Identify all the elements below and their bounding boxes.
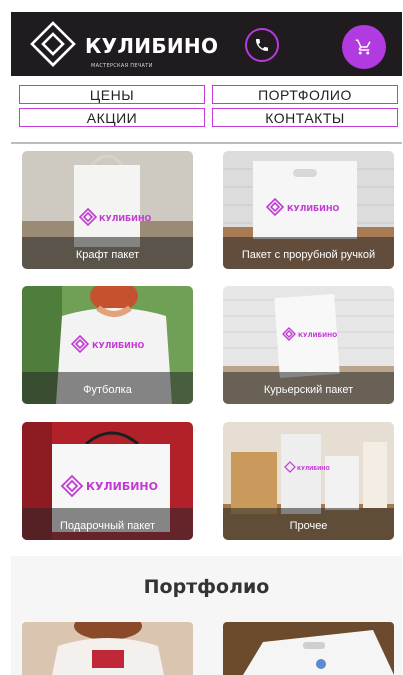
- nav-promotions[interactable]: АКЦИИ: [19, 108, 205, 127]
- kraft-bag-print: КУЛИБИНО: [99, 214, 152, 223]
- cart-icon: [355, 39, 371, 55]
- product-card-gift-bag[interactable]: КУЛИБИНО Подарочный пакет: [22, 422, 193, 540]
- product-label: Подарочный пакет: [59, 520, 156, 532]
- product-card-kraft-bag[interactable]: КУЛИБИНО Крафт пакет: [22, 151, 193, 269]
- logo-icon[interactable]: [29, 20, 77, 68]
- product-card-courier-bag[interactable]: КУЛИБИНО Курьерский пакет: [223, 286, 394, 404]
- product-label: Футболка: [83, 384, 132, 396]
- nav-contacts[interactable]: КОНТАКТЫ: [212, 108, 398, 127]
- phone-icon: [256, 39, 268, 51]
- nav-portfolio[interactable]: ПОРТФОЛИО: [212, 85, 398, 104]
- phone-button[interactable]: [245, 28, 279, 62]
- gift-bag-print: КУЛИБИНО: [86, 480, 158, 493]
- tshirt-print: КУЛИБИНО: [92, 341, 145, 350]
- portfolio-bag-photo: [223, 622, 394, 675]
- product-label: Пакет с прорубной ручкой: [241, 249, 376, 261]
- product-card-other[interactable]: КУЛИБИНО Прочее: [223, 422, 394, 540]
- portfolio-item[interactable]: [22, 622, 193, 675]
- product-label: Крафт пакет: [75, 249, 140, 261]
- product-label: Курьерский пакет: [263, 384, 354, 396]
- diecut-bag-print: КУЛИБИНО: [287, 204, 340, 213]
- cart-button[interactable]: [342, 25, 386, 69]
- product-label: Прочее: [289, 520, 328, 532]
- portfolio-title: Портфолио: [143, 576, 270, 598]
- brand-tagline: МАСТЕРСКАЯ ПЕЧАТИ: [91, 63, 153, 69]
- other-products-print: КУЛИБИНО: [297, 466, 330, 472]
- brand-name[interactable]: КУЛИБИНО: [85, 34, 218, 58]
- product-card-tshirt[interactable]: КУЛИБИНО Футболка: [22, 286, 193, 404]
- courier-bag-print: КУЛИБИНО: [298, 332, 337, 339]
- product-card-diecut-bag[interactable]: КУЛИБИНО Пакет с прорубной ручкой: [223, 151, 394, 269]
- section-divider: [11, 142, 402, 144]
- portfolio-item[interactable]: [223, 622, 394, 675]
- nav-prices[interactable]: ЦЕНЫ: [19, 85, 205, 104]
- portfolio-tshirt-photo: [22, 622, 193, 675]
- site-header: КУЛИБИНО МАСТЕРСКАЯ ПЕЧАТИ: [11, 12, 402, 76]
